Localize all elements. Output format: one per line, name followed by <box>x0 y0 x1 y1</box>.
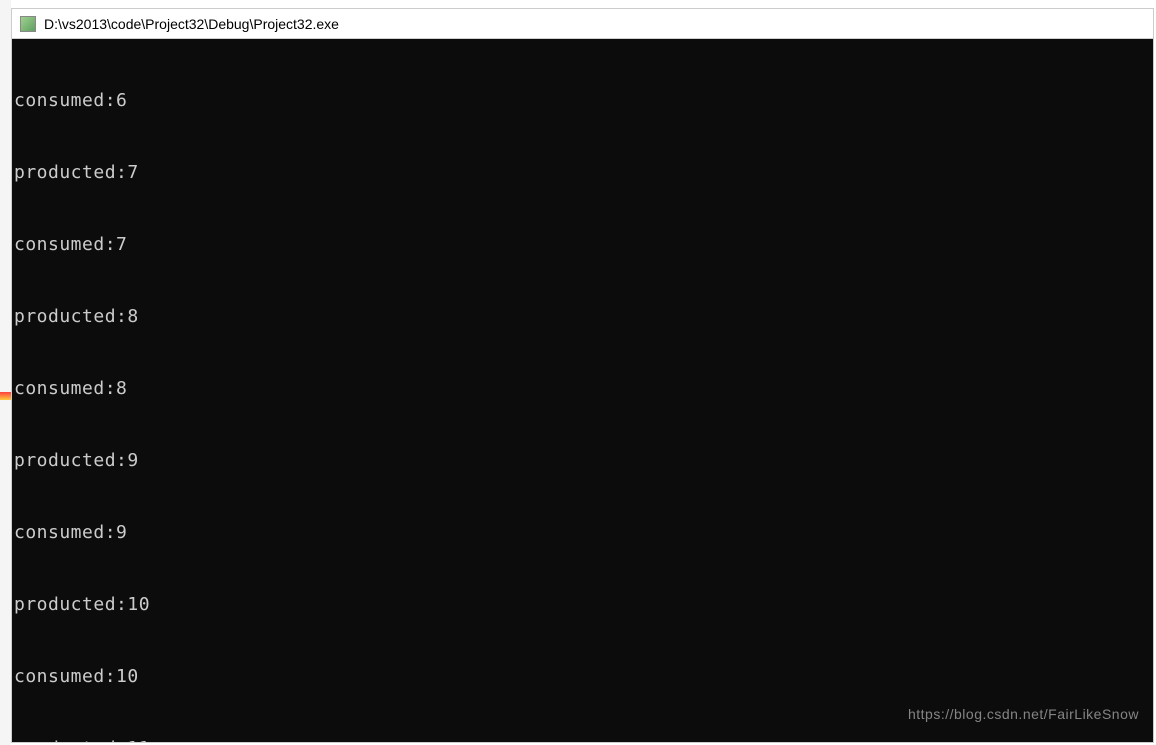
console-window: D:\vs2013\code\Project32\Debug\Project32… <box>11 8 1154 743</box>
console-line: producted:8 <box>14 305 1153 329</box>
console-line: producted:7 <box>14 161 1153 185</box>
console-line: consumed:7 <box>14 233 1153 257</box>
console-line: producted:11 <box>14 737 1153 742</box>
console-line: producted:10 <box>14 593 1153 617</box>
window-title: D:\vs2013\code\Project32\Debug\Project32… <box>44 16 339 32</box>
editor-gutter <box>0 0 11 745</box>
console-line: consumed:9 <box>14 521 1153 545</box>
watermark-text: https://blog.csdn.net/FairLikeSnow <box>908 702 1139 726</box>
console-line: consumed:6 <box>14 89 1153 113</box>
console-line: producted:9 <box>14 449 1153 473</box>
titlebar[interactable]: D:\vs2013\code\Project32\Debug\Project32… <box>12 9 1153 39</box>
console-line: consumed:10 <box>14 665 1153 689</box>
app-icon <box>20 16 36 32</box>
editor-marker <box>0 392 11 400</box>
console-line: consumed:8 <box>14 377 1153 401</box>
console-output[interactable]: consumed:6 producted:7 consumed:7 produc… <box>12 39 1153 742</box>
